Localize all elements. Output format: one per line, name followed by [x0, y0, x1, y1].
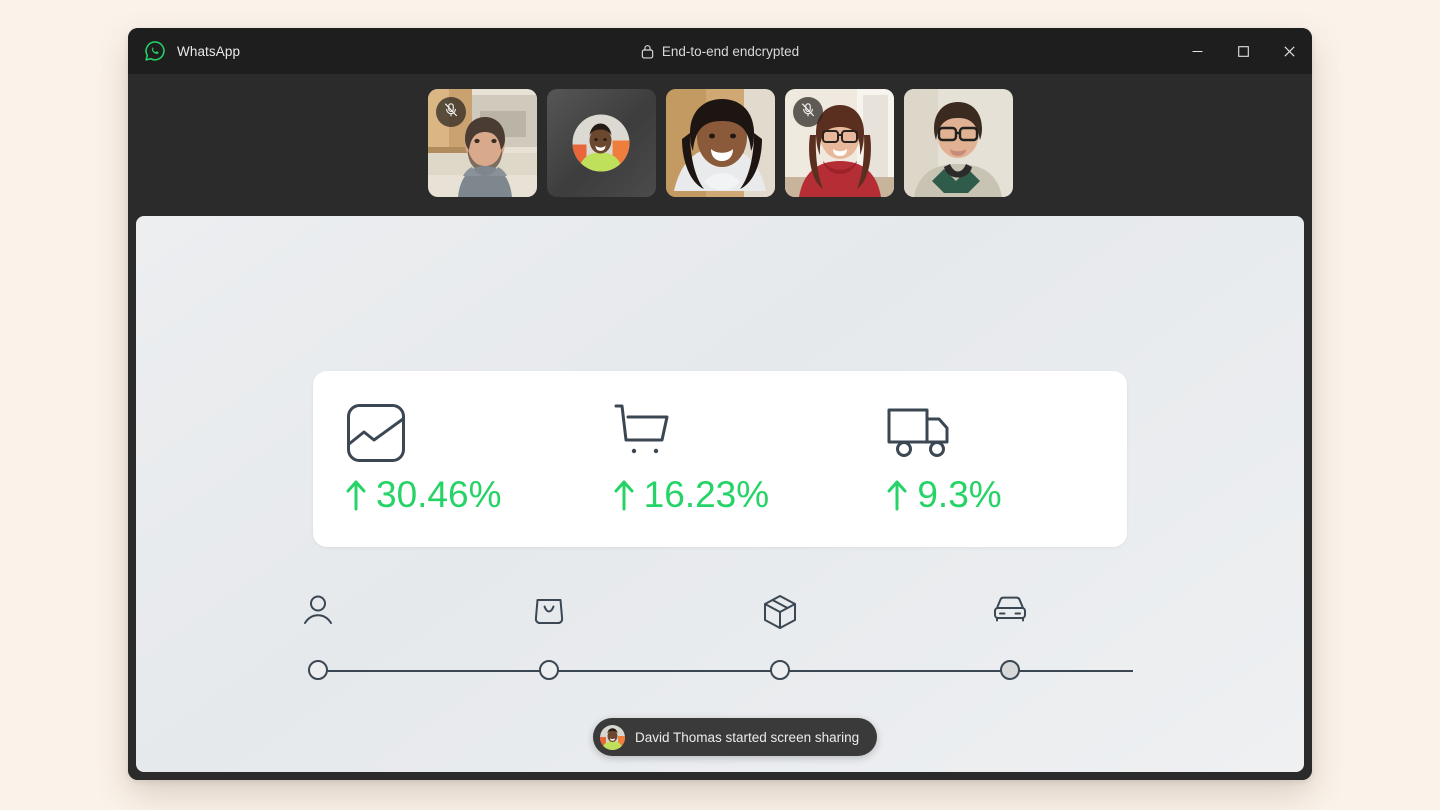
participant-tile[interactable] [546, 89, 656, 197]
maximize-icon [1237, 45, 1250, 58]
stepper-icons [304, 594, 1133, 642]
arrow-up-icon [346, 479, 366, 511]
metric-value: 30.46% [376, 474, 502, 515]
metric-value-group: 16.23% [614, 474, 770, 516]
call-body: 30.46% 16.23% 9.3% David Thomas started … [128, 74, 1312, 780]
chart-image-icon [346, 402, 406, 464]
stepper-node[interactable] [539, 660, 559, 680]
title-bar: WhatsApp End-to-end endcrypted [128, 28, 1312, 74]
stepper-node[interactable] [770, 660, 790, 680]
order-progress-stepper [304, 594, 1133, 689]
participant-tile[interactable] [903, 89, 1013, 197]
metric-item: 30.46% [313, 371, 586, 547]
avatar-icon [600, 724, 625, 750]
screen-share-toast: David Thomas started screen sharing [593, 718, 878, 756]
mute-badge [792, 97, 823, 127]
participant-tile[interactable] [665, 89, 775, 197]
maximize-button[interactable] [1220, 28, 1266, 74]
close-icon [1283, 45, 1296, 58]
participant-video [665, 89, 775, 197]
metric-value: 16.23% [643, 474, 770, 515]
stepper-node[interactable] [308, 660, 328, 680]
package-box-icon [763, 594, 797, 635]
mute-badge [435, 97, 466, 127]
encryption-label: End-to-end endcrypted [661, 43, 800, 59]
metrics-card: 30.46% 16.23% 9.3% [313, 371, 1127, 547]
title-bar-left: WhatsApp [128, 40, 240, 62]
app-title: WhatsApp [177, 43, 241, 59]
mic-muted-icon [800, 102, 816, 123]
minimize-button[interactable] [1174, 28, 1220, 74]
participant-tile[interactable] [784, 89, 894, 197]
toast-message: David Thomas started screen sharing [635, 729, 860, 745]
shopping-bag-icon [534, 594, 564, 631]
stepper-node[interactable] [1000, 660, 1020, 680]
lock-icon [641, 44, 654, 59]
shared-screen-panel: 30.46% 16.23% 9.3% David Thomas started … [136, 216, 1304, 772]
metric-item: 9.3% [853, 371, 1127, 547]
participant-tile[interactable] [427, 89, 537, 197]
metric-value: 9.3% [917, 474, 1002, 515]
user-icon [303, 594, 333, 631]
metric-value-group: 30.46% [346, 474, 502, 516]
arrow-up-icon [614, 479, 634, 511]
whatsapp-icon [144, 40, 166, 62]
mic-muted-icon [443, 102, 459, 123]
close-button[interactable] [1266, 28, 1312, 74]
metric-item: 16.23% [586, 371, 854, 547]
encryption-indicator: End-to-end endcrypted [128, 28, 1312, 74]
metric-value-group: 9.3% [887, 474, 1002, 516]
shopping-cart-icon [614, 402, 676, 464]
participant-strip [128, 74, 1312, 212]
car-icon [993, 594, 1027, 629]
window-controls [1174, 28, 1312, 74]
participant-video [903, 89, 1013, 197]
delivery-truck-icon [887, 402, 957, 464]
arrow-up-icon [887, 479, 907, 511]
minimize-icon [1191, 45, 1204, 58]
avatar [572, 114, 630, 172]
whatsapp-window: WhatsApp End-to-end endcrypted 30.46% 16… [128, 28, 1312, 780]
